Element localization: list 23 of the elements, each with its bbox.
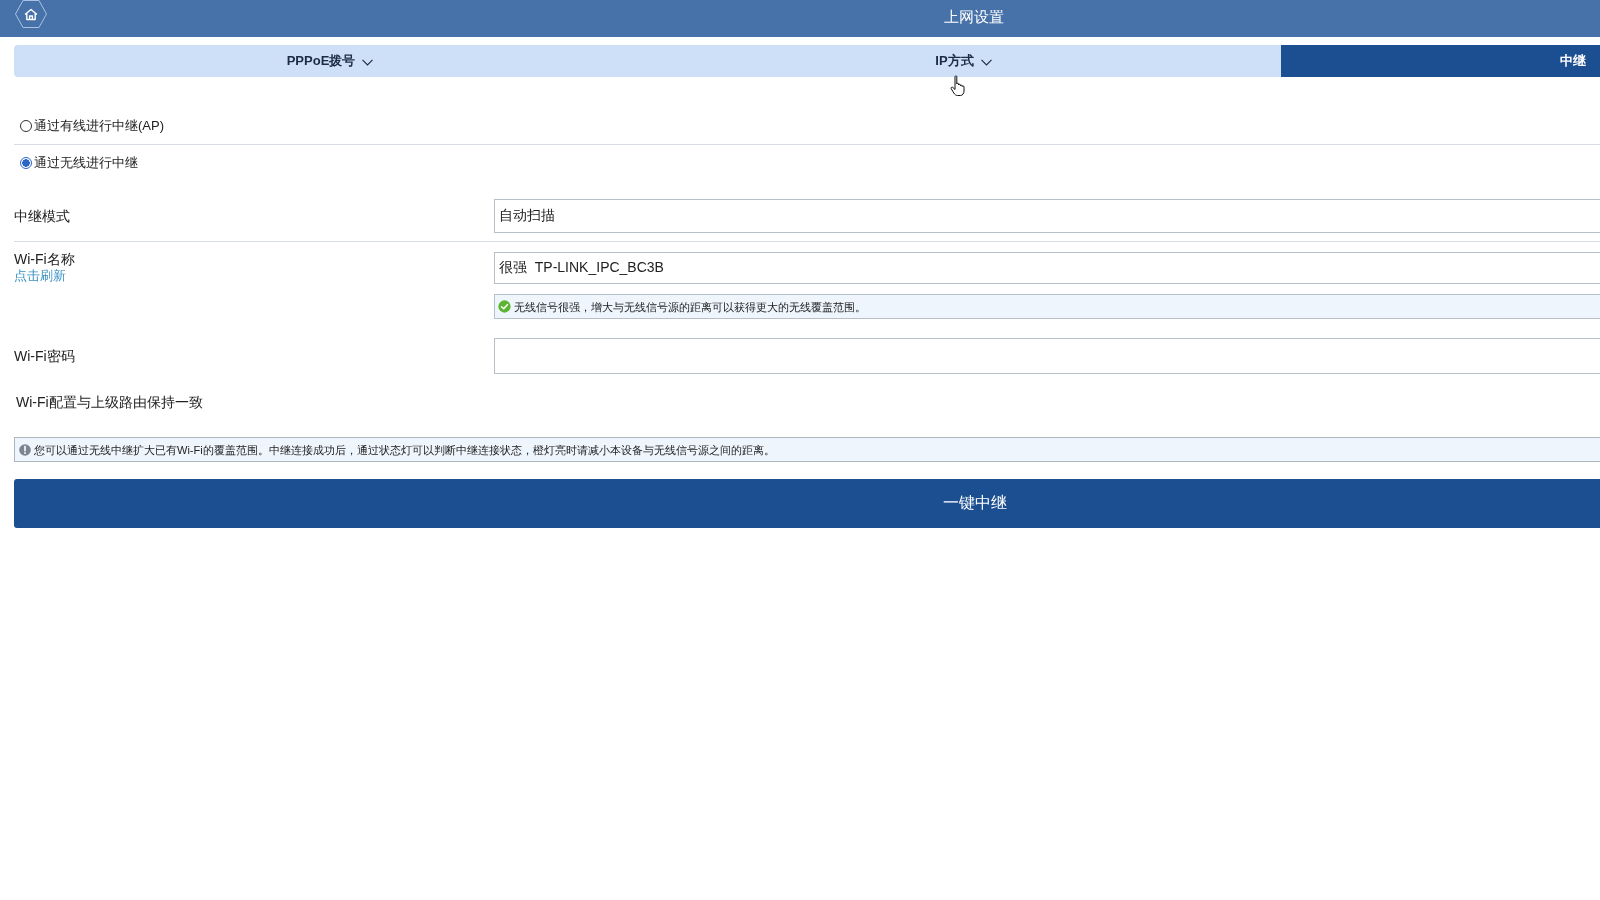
radio-button[interactable] — [20, 120, 32, 132]
refresh-link[interactable]: 点击刷新 — [14, 268, 66, 284]
field-label: Wi-Fi名称 — [14, 250, 75, 268]
relay-mode-select[interactable]: 自动扫描 — [494, 199, 1600, 233]
hand-cursor-icon — [950, 75, 966, 97]
home-icon[interactable] — [15, 0, 47, 28]
check-circle-icon — [498, 300, 511, 313]
info-text: 您可以通过无线中继扩大已有Wi-Fi的覆盖范围。中继连接成功后，通过状态灯可以判断中继连接状态，橙灯亮时请减小本设备与无线信号源之间的距离。 — [34, 442, 775, 457]
field-label: Wi-Fi密码 — [14, 347, 75, 365]
password-field[interactable] — [494, 338, 1600, 374]
note-text: Wi-Fi配置与上级路由保持一致 — [15, 393, 203, 411]
radio-label[interactable]: 通过无线进行中继 — [34, 155, 138, 171]
page-title: 上网设置 — [944, 8, 1004, 26]
radio-label[interactable]: 通过有线进行中继(AP) — [34, 118, 164, 134]
field-label: 中继模式 — [14, 207, 70, 225]
tab[interactable]: 中继 — [1281, 45, 1600, 77]
radio-button[interactable] — [20, 157, 32, 169]
info-icon — [19, 443, 31, 456]
wifi-name-select[interactable]: 很强 TP-LINK_IPC_BC3B — [494, 252, 1600, 284]
hint-text: 无线信号很强，增大与无线信号源的距离可以获得更大的无线覆盖范围。 — [514, 299, 866, 314]
relay-button[interactable]: 一键中继 — [14, 479, 1600, 528]
tab[interactable]: PPPoE拨号 — [14, 45, 646, 77]
tab[interactable]: IP方式 — [646, 45, 1281, 77]
